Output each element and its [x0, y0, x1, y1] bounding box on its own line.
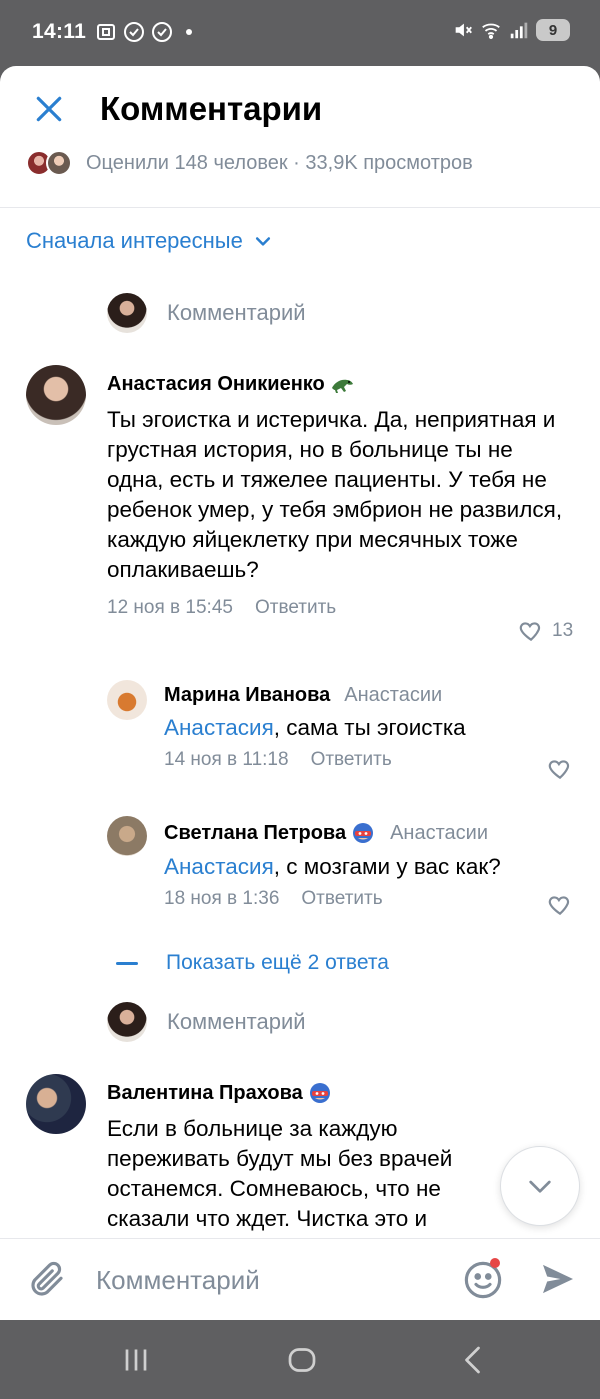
check-circle-icon [124, 22, 144, 42]
mention-link[interactable]: Анастасия [164, 854, 274, 879]
comment-text: Ты эгоистка и истеричка. Да, неприятная … [107, 407, 563, 582]
comment-placeholder: Комментарий [167, 300, 306, 325]
post-stats[interactable]: Оценили 148 человек · 33,9K просмотров [26, 150, 473, 176]
wifi-icon [482, 23, 500, 39]
lizard-emoji-icon [331, 379, 353, 393]
sort-label: Сначала интересные [26, 228, 243, 253]
chevron-down-icon [255, 237, 270, 246]
heart-icon [519, 622, 541, 642]
avatar [107, 1002, 147, 1042]
reply-button[interactable]: Ответить [255, 597, 336, 619]
avatar[interactable] [107, 680, 147, 720]
stats-text: Оценили 148 человек · 33,9K просмотров [86, 151, 473, 174]
like-button[interactable] [547, 892, 573, 918]
system-navigation-bar [0, 1320, 600, 1399]
sort-dropdown[interactable]: Сначала интересные [26, 228, 273, 254]
show-more-label: Показать ещё 2 ответа [166, 951, 389, 974]
home-icon[interactable] [284, 1342, 320, 1378]
status-notification-icons [94, 20, 192, 44]
avatar[interactable] [107, 816, 147, 856]
send-icon[interactable] [538, 1259, 578, 1299]
comment-text: Анастасия, с мозгами у вас как? [164, 854, 501, 879]
likers-avatars [26, 150, 72, 176]
status-bar: 14:11 9 [0, 0, 600, 66]
like-button[interactable]: 13 [518, 618, 573, 644]
comment-text: Анастасия, сама ты эгоистка [164, 715, 466, 740]
comment-author[interactable]: Марина Иванова Анастасии [164, 684, 544, 707]
superhero-emoji-icon [309, 1083, 330, 1103]
comment-meta: 14 ноя в 11:18 Ответить [164, 749, 544, 771]
mention-link[interactable]: Анастасия [164, 715, 274, 740]
heart-icon [548, 760, 570, 780]
notification-dot [186, 29, 192, 35]
avatar[interactable] [26, 1074, 86, 1134]
show-more-replies-button[interactable]: Показать ещё 2 ответа [116, 951, 389, 975]
screenshot-icon [97, 24, 115, 40]
status-system-icons: 9 [452, 19, 570, 41]
page-title: Комментарии [100, 90, 323, 127]
signal-icon [510, 22, 528, 39]
reply-button[interactable]: Ответить [301, 888, 382, 910]
battery-indicator: 9 [536, 19, 570, 41]
paperclip-icon[interactable] [26, 1259, 68, 1301]
close-button[interactable] [26, 86, 72, 132]
avatar [107, 293, 147, 333]
avatar [46, 150, 72, 176]
reply-to-name: Анастасии [344, 684, 443, 706]
like-count: 13 [552, 620, 574, 641]
thread-dash [116, 961, 138, 965]
reply-to-name: Анастасии [390, 821, 488, 844]
status-time: 14:11 [32, 20, 87, 43]
comment-author[interactable]: Анастасия Оникиенко [107, 371, 567, 397]
avatar[interactable] [26, 365, 86, 425]
reply-button[interactable]: Ответить [311, 749, 392, 771]
comment-meta: 18 ноя в 1:36 Ответить [164, 888, 554, 910]
check-circle-icon [152, 22, 172, 42]
close-icon [36, 96, 62, 122]
comment-date: 12 ноя в 15:45 [107, 597, 233, 618]
back-icon[interactable] [456, 1342, 492, 1378]
new-stickers-dot [490, 1258, 500, 1268]
comment-input[interactable]: Комментарий [96, 1265, 260, 1296]
sheet-header: Комментарии Оценили 148 человек · 33,9K … [0, 66, 600, 208]
recent-apps-icon[interactable] [118, 1342, 154, 1378]
heart-icon [548, 896, 570, 916]
scroll-down-button[interactable] [500, 1146, 580, 1226]
comment-meta: 12 ноя в 15:45 Ответить [107, 597, 567, 619]
mute-icon [455, 23, 472, 37]
comment-date: 14 ноя в 11:18 [164, 749, 289, 770]
like-button[interactable] [547, 756, 573, 782]
comment-input-thread[interactable]: Комментарий [107, 1002, 306, 1042]
comment-date: 18 ноя в 1:36 [164, 888, 280, 909]
superhero-emoji-icon [353, 823, 374, 843]
comment-placeholder: Комментарий [167, 1009, 306, 1034]
comment-author[interactable]: Валентина Прахова [107, 1080, 507, 1106]
comment-text: Если в больнице за каждую переживать буд… [107, 1116, 453, 1231]
comments-sheet: Комментарии Оценили 148 человек · 33,9K … [0, 66, 600, 1320]
comment-input-top[interactable]: Комментарий [107, 293, 306, 333]
comment-author[interactable]: Светлана Петрова Анастасии [164, 820, 554, 846]
chevron-down-icon [529, 1180, 551, 1193]
comment-composer: Комментарий [0, 1238, 600, 1320]
